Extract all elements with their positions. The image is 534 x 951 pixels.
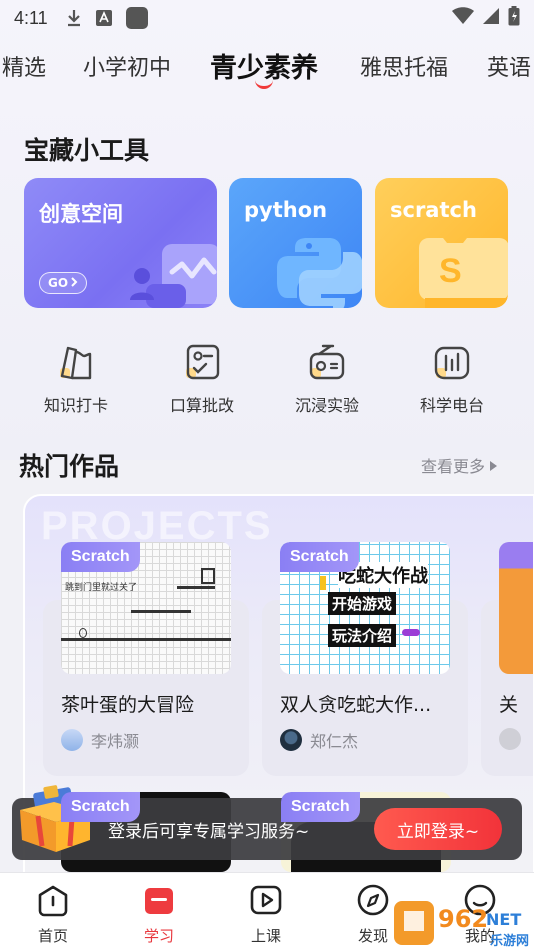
- tab-ielts-toefl[interactable]: 雅思托福: [360, 50, 448, 82]
- creative-space-card[interactable]: 创意空间 GO: [24, 178, 217, 308]
- shortcut-immersive-lab[interactable]: 沉浸实验: [277, 340, 377, 416]
- avatar: [499, 728, 521, 750]
- project-title: 关: [499, 694, 519, 716]
- author-name: 李炜灏: [91, 732, 140, 751]
- download-icon: [66, 9, 82, 27]
- view-more-link[interactable]: 查看更多: [421, 453, 498, 477]
- thumb-rules-button: 玩法介绍: [328, 624, 397, 647]
- chart-radio-icon: [434, 346, 470, 380]
- thumb-caption: 跳到门里就过关了: [65, 583, 138, 593]
- nav-label: 首页: [37, 927, 68, 945]
- snake-shape: [320, 576, 326, 590]
- shortcut-label: 科学电台: [419, 396, 484, 415]
- tab-primary-middle[interactable]: 小学初中: [83, 50, 171, 82]
- study-icon: [145, 888, 173, 914]
- thumb-start-button: 开始游戏: [328, 592, 397, 615]
- project-thumbnail: [499, 542, 533, 674]
- tab-featured[interactable]: 精选: [2, 50, 46, 82]
- wifi-icon: [452, 6, 474, 30]
- hot-works-title: 热门作品: [19, 452, 120, 481]
- python-label: python: [244, 198, 328, 222]
- nav-study[interactable]: 学习: [129, 883, 189, 946]
- radio-lab-icon: [309, 344, 345, 380]
- door-shape: [201, 568, 215, 584]
- project-thumbnail: Scratch 跳到门里就过关了: [61, 542, 231, 674]
- check-board-icon: [186, 344, 220, 380]
- project-card[interactable]: 关: [481, 542, 533, 776]
- login-button[interactable]: 立即登录~: [374, 808, 502, 850]
- platform: [177, 586, 215, 589]
- scratch-block-icon: S: [419, 238, 508, 308]
- tools-section-title: 宝藏小工具: [24, 136, 150, 165]
- watermark-brand: 962: [438, 905, 488, 933]
- project-thumbnail: Scratch 吃蛇大作战 开始游戏 玩法介绍: [280, 542, 450, 674]
- app-notification-icon: [95, 10, 112, 26]
- view-more-label: 查看更多: [421, 457, 486, 476]
- shortcut-label: 沉浸实验: [294, 396, 359, 415]
- shortcut-knowledge-checkin[interactable]: 知识打卡: [26, 340, 126, 416]
- compass-icon: [357, 884, 389, 916]
- scratch-card[interactable]: scratch S: [375, 178, 508, 308]
- battery-icon: [508, 5, 520, 31]
- nav-class[interactable]: 上课: [236, 883, 296, 946]
- project-author: 李炜灏: [61, 728, 139, 752]
- python-logo-icon: [277, 238, 362, 308]
- play-class-icon: [250, 885, 282, 915]
- app-square-icon: [125, 7, 148, 29]
- scratch-badge: Scratch: [61, 542, 140, 572]
- shortcut-mental-math[interactable]: 口算批改: [152, 340, 252, 416]
- scratch-badge: Scratch: [280, 542, 359, 572]
- shortcut-label: 口算批改: [169, 396, 234, 415]
- status-bar: 4:11: [0, 0, 534, 36]
- egg-character: [79, 628, 87, 638]
- avatar: [61, 729, 83, 751]
- scratch-label: scratch: [390, 198, 477, 222]
- card-icon: [60, 346, 92, 380]
- platform: [61, 638, 231, 641]
- signal-icon: [482, 7, 500, 30]
- project-card[interactable]: Scratch 吃蛇大作战 开始游戏 玩法介绍 双人贪吃蛇大作... 郑仁杰: [262, 542, 468, 776]
- snake-shape: [402, 629, 420, 636]
- nav-home[interactable]: 首页: [23, 883, 83, 946]
- scratch-badge: Scratch: [61, 792, 140, 822]
- home-icon: [38, 885, 68, 917]
- project-title: 茶叶蛋的大冒险: [61, 694, 195, 716]
- svg-text:S: S: [439, 252, 462, 290]
- nav-label: 学习: [143, 927, 174, 945]
- watermark-sub: 乐游网: [490, 933, 529, 949]
- go-button[interactable]: GO: [39, 272, 87, 294]
- project-title: 双人贪吃蛇大作...: [280, 694, 432, 716]
- avatar: [280, 729, 302, 751]
- creative-space-label: 创意空间: [39, 202, 123, 226]
- go-label: GO: [47, 276, 69, 290]
- site-watermark-logo: 962 NET 乐游网: [394, 901, 529, 949]
- platform: [131, 610, 191, 613]
- scratch-badge: Scratch: [281, 792, 360, 822]
- shortcut-label: 知识打卡: [43, 396, 108, 415]
- author-name: 郑仁杰: [310, 732, 359, 751]
- nav-label: 上课: [250, 927, 281, 945]
- project-card[interactable]: Scratch 跳到门里就过关了 茶叶蛋的大冒险 李炜灏: [43, 542, 249, 776]
- python-card[interactable]: python: [229, 178, 362, 308]
- login-prompt-text: 登录后可享专属学习服务~: [108, 822, 310, 842]
- status-time: 4:11: [14, 7, 48, 28]
- chevron-right-icon: [70, 276, 78, 290]
- project-author: 郑仁杰: [280, 728, 358, 752]
- project-author: [499, 728, 521, 750]
- triangle-right-icon: [489, 456, 498, 475]
- tab-english[interactable]: 英语: [487, 50, 531, 82]
- shortcut-science-radio[interactable]: 科学电台: [402, 340, 502, 416]
- watermark-domain: NET: [486, 910, 521, 929]
- creative-space-illustration: [130, 244, 217, 308]
